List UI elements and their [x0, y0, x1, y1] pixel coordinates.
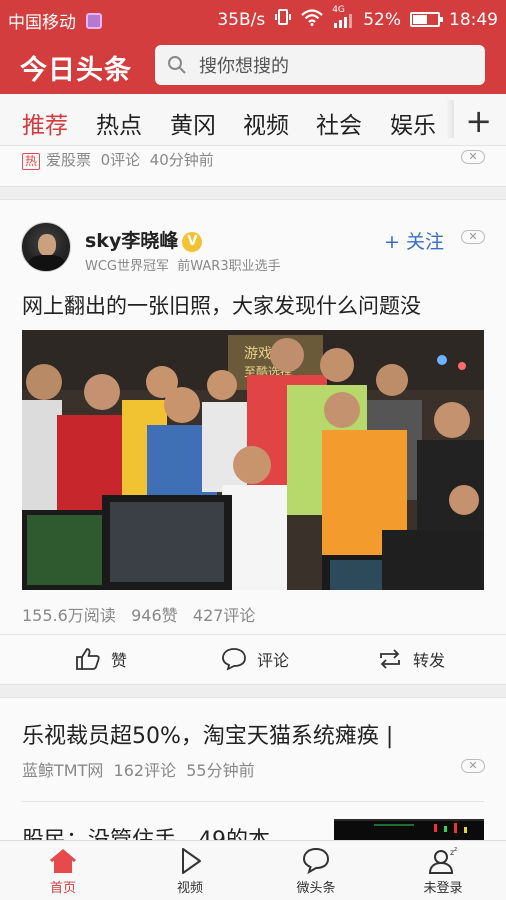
dislike-button[interactable]: ✕ — [461, 150, 485, 164]
svg-text:z: z — [454, 847, 457, 853]
section-divider — [0, 186, 506, 200]
chat-bubble-icon — [302, 847, 330, 875]
like-button[interactable]: 赞 — [75, 647, 127, 671]
app-header: 今日头条 搜你想搜的 — [0, 36, 506, 94]
battery-icon — [410, 12, 443, 27]
news-title[interactable]: 乐视裁员超50%，淘宝天猫系统瘫痪 | — [22, 718, 393, 750]
item-separator — [22, 801, 484, 802]
nav-micro-label: 微头条 — [296, 881, 336, 896]
comment-icon — [222, 648, 246, 671]
news-source: 蓝鲸TMT网 — [22, 761, 104, 780]
stock-chart-thumbnail — [334, 821, 484, 842]
prev-news-meta: 热爱股票 0评论 40分钟前 — [22, 149, 214, 170]
avatar-face — [38, 234, 56, 256]
vibrate-icon — [274, 8, 292, 31]
clock: 18:49 — [449, 9, 498, 30]
section-divider — [0, 684, 506, 698]
post-image[interactable]: 游戏利器 至酷选择 — [22, 330, 484, 590]
battery-percent: 52% — [363, 9, 401, 30]
play-icon — [182, 848, 201, 874]
hot-tag: 热 — [22, 153, 41, 170]
thumbs-up-icon — [76, 648, 100, 670]
post-stats: 155.6万阅读 946赞 427评论 — [22, 602, 255, 626]
wifi-icon — [301, 8, 323, 31]
share-button[interactable]: 转发 — [377, 647, 445, 671]
comment-label: 评论 — [257, 651, 290, 670]
author-description: WCG世界冠军 前WAR3职业选手 — [85, 259, 281, 274]
signal-icon: 4G — [332, 5, 354, 29]
like-count: 946赞 — [131, 606, 178, 625]
dislike-button[interactable]: ✕ — [461, 230, 485, 244]
news-thumbnail[interactable] — [334, 819, 484, 842]
prev-news-item[interactable]: 热爱股票 0评论 40分钟前 ✕ — [0, 146, 506, 186]
nav-video-label: 视频 — [176, 881, 203, 896]
news-item[interactable]: 乐视裁员超50%，淘宝天猫系统瘫痪 | 蓝鲸TMT网 162评论 55分钟前 ✕… — [0, 698, 506, 853]
search-placeholder: 搜你想搜的 — [199, 56, 289, 77]
add-channel-button[interactable]: + — [465, 102, 492, 140]
news-meta: 蓝鲸TMT网 162评论 55分钟前 — [22, 757, 255, 781]
nav-home-label: 首页 — [49, 881, 76, 896]
share-label: 转发 — [413, 651, 446, 670]
tab-video[interactable]: 视频 — [243, 106, 289, 140]
dislike-button[interactable]: ✕ — [461, 759, 485, 773]
repost-icon — [380, 649, 400, 669]
nav-profile-label: 未登录 — [423, 881, 463, 896]
sim-card-icon — [86, 12, 102, 29]
author-name-row[interactable]: sky李晓峰 V — [85, 226, 203, 253]
avatar-shirt — [29, 255, 65, 271]
post-action-bar: 赞 评论 转发 — [0, 634, 506, 684]
read-count: 155.6万阅读 — [22, 606, 116, 625]
tab-recommend[interactable]: 推荐 — [22, 106, 68, 140]
channel-tabs: 推荐 热点 黄冈 视频 社会 娱乐 + — [0, 94, 506, 146]
news-comments: 162评论 — [113, 761, 177, 780]
verified-icon: V — [182, 232, 203, 252]
user-sleep-icon: zz — [428, 847, 457, 874]
post-title[interactable]: 网上翻出的一张旧照，大家发现什么问题没 — [22, 290, 421, 320]
prev-news-source: 爱股票 — [46, 151, 92, 169]
search-icon — [168, 56, 186, 74]
tab-hot[interactable]: 热点 — [96, 106, 142, 140]
nav-profile[interactable]: zz 未登录 — [403, 847, 483, 896]
comment-button[interactable]: 评论 — [221, 647, 289, 671]
home-icon — [50, 849, 76, 873]
app-logo: 今日头条 — [20, 55, 132, 86]
nav-home[interactable]: 首页 — [23, 847, 103, 896]
author-name[interactable]: sky李晓峰 — [85, 230, 178, 252]
comment-count: 427评论 — [192, 606, 256, 625]
follow-button[interactable]: + 关注 — [384, 227, 444, 254]
status-bar: 中国移动 35B/s 4G 52% 18:49 — [0, 0, 506, 36]
prev-news-comments: 0评论 — [100, 151, 141, 169]
tab-society[interactable]: 社会 — [316, 106, 362, 140]
carrier-name: 中国移动 — [8, 13, 76, 33]
network-speed: 35B/s — [217, 9, 266, 30]
search-bar[interactable]: 搜你想搜的 — [155, 45, 485, 85]
news-time: 55分钟前 — [186, 761, 255, 780]
author-avatar[interactable] — [21, 222, 71, 272]
nav-video[interactable]: 视频 — [150, 847, 230, 896]
bottom-navigation: 首页 视频 微头条 zz 未登录 — [0, 840, 506, 900]
post-image-illustration: 游戏利器 至酷选择 — [22, 330, 484, 590]
like-label: 赞 — [111, 651, 128, 670]
tab-fade — [446, 100, 454, 138]
prev-news-time: 40分钟前 — [149, 151, 214, 169]
tab-entertainment[interactable]: 娱乐 — [390, 106, 436, 140]
tab-local[interactable]: 黄冈 — [170, 106, 216, 140]
nav-micro-headline[interactable]: 微头条 — [276, 847, 356, 896]
